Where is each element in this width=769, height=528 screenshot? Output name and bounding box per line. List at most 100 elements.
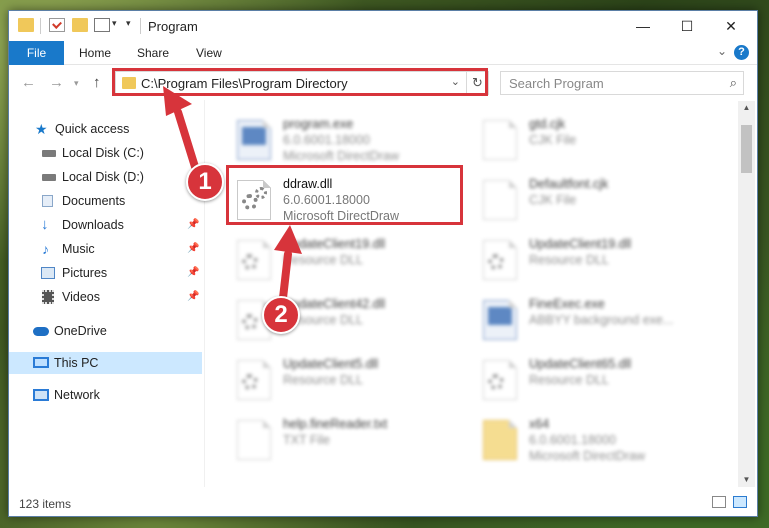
exe-icon <box>483 300 517 340</box>
scrollbar-thumb[interactable] <box>741 125 752 173</box>
close-button[interactable]: ✕ <box>709 11 753 41</box>
file-name: program.exe <box>283 117 354 131</box>
sidebar-item-pictures[interactable]: Pictures 📌 <box>9 262 202 284</box>
file-icon <box>237 420 271 460</box>
file-tile[interactable]: help.fineReader.txt TXT File <box>225 412 465 468</box>
pin-icon[interactable]: 📌 <box>187 238 199 260</box>
sidebar-item-network[interactable]: Network <box>9 384 202 406</box>
file-name: FineExec.exe <box>529 297 605 311</box>
vertical-scrollbar[interactable]: ▲ ▼ <box>738 101 755 487</box>
exe-icon <box>237 120 271 160</box>
file-tile[interactable]: Defaultfont.cjk CJK File <box>471 172 711 228</box>
file-detail: CJK File <box>529 133 577 147</box>
separator <box>40 18 41 34</box>
window-title: Program <box>148 19 198 34</box>
quick-access-dropdown-icon[interactable]: ▾ <box>126 18 131 29</box>
file-detail: ABBYY background exe... <box>529 313 674 327</box>
drive-icon <box>42 174 56 181</box>
sidebar-item-label: Documents <box>62 194 126 208</box>
sidebar-item-music[interactable]: ♪ Music 📌 <box>9 238 202 260</box>
expand-ribbon-icon[interactable]: ⌄ <box>717 44 727 58</box>
folder-icon[interactable] <box>18 18 34 32</box>
scroll-up-icon[interactable]: ▲ <box>738 101 755 115</box>
sidebar-item-label: Network <box>54 388 100 402</box>
sidebar-item-label: Downloads <box>62 218 124 232</box>
videos-icon <box>42 290 54 304</box>
maximize-button[interactable]: ☐ <box>665 11 709 41</box>
item-count: 123 items <box>19 497 72 511</box>
file-name: help.fineReader.txt <box>283 417 388 431</box>
file-name: UpdateClient19.dll <box>283 237 386 251</box>
pin-icon[interactable]: 📌 <box>187 214 199 236</box>
back-arrow-icon[interactable]: ← <box>21 72 36 94</box>
sidebar-item-label: Pictures <box>62 266 108 280</box>
file-detail: Resource DLL <box>529 253 609 267</box>
address-bar-highlight <box>112 68 488 96</box>
dll-gear-icon <box>483 240 517 280</box>
sidebar-item-downloads[interactable]: ↓ Downloads 📌 <box>9 214 202 236</box>
separator <box>140 18 141 34</box>
file-name: gtd.cjk <box>529 117 566 131</box>
file-detail: CJK File <box>529 193 577 207</box>
network-icon <box>33 389 49 401</box>
folder-icon <box>483 420 517 460</box>
search-input[interactable]: Search Program <box>509 76 604 91</box>
pin-icon[interactable]: 📌 <box>187 262 199 284</box>
sidebar-item-local-disk-d[interactable]: Local Disk (D:) <box>9 166 202 188</box>
file-tile[interactable]: UpdateClient19.dll Resource DLL <box>225 232 465 288</box>
file-tile[interactable]: gtd.cjk CJK File <box>471 112 711 168</box>
file-detail: Microsoft DirectDraw <box>529 449 645 463</box>
file-tile[interactable]: x64 6.0.6001.18000 Microsoft DirectDraw <box>471 412 711 468</box>
minimize-button[interactable]: — <box>621 11 665 41</box>
file-tile[interactable]: program.exe 6.0.6001.18000 Microsoft Dir… <box>225 112 465 168</box>
help-icon[interactable]: ? <box>734 45 749 60</box>
file-name: UpdateClient5.dll <box>283 357 379 371</box>
sidebar-item-label: Music <box>62 242 95 256</box>
pane-divider[interactable] <box>204 100 205 487</box>
navigation-pane: ★ Quick access Local Disk (C:) Local Dis… <box>9 100 202 487</box>
chevron-down-icon[interactable]: ▾ <box>112 18 117 29</box>
pin-icon[interactable]: 📌 <box>187 286 199 308</box>
file-name: UpdateClient19.dll <box>529 237 632 251</box>
file-tile[interactable]: UpdateClient19.dll Resource DLL <box>471 232 711 288</box>
file-name: x64 <box>529 417 550 431</box>
sidebar-item-local-disk-c[interactable]: Local Disk (C:) <box>9 142 202 164</box>
ribbon-tabs: File Home Share View ⌄ ? <box>9 41 757 65</box>
file-detail: Resource DLL <box>283 253 363 267</box>
download-icon: ↓ <box>41 216 49 233</box>
pictures-icon <box>41 267 55 279</box>
scroll-down-icon[interactable]: ▼ <box>738 473 755 487</box>
sidebar-item-this-pc[interactable]: This PC <box>9 352 202 374</box>
file-tile[interactable]: UpdateClient65.dll Resource DLL <box>471 352 711 408</box>
tab-share[interactable]: Share <box>137 41 169 65</box>
sidebar-item-videos[interactable]: Videos 📌 <box>9 286 202 308</box>
forward-arrow-icon[interactable]: → <box>49 72 64 94</box>
up-arrow-icon[interactable]: ↑ <box>93 72 101 94</box>
recent-locations-icon[interactable]: ▾ <box>74 72 79 94</box>
customize-quick-access-icon[interactable] <box>94 18 110 32</box>
file-tile[interactable]: UpdateClient42.dll Resource DLL <box>225 292 465 348</box>
tiles-view-icon[interactable] <box>733 496 747 508</box>
file-detail: 6.0.6001.18000 <box>529 433 616 447</box>
sidebar-item-label: Quick access <box>55 122 130 136</box>
title-bar: ▾ ▾ Program — ☐ ✕ <box>9 11 757 41</box>
step-2-badge: 2 <box>262 296 300 334</box>
tab-file[interactable]: File <box>9 41 64 65</box>
music-icon: ♪ <box>42 241 49 257</box>
drive-icon <box>42 150 56 157</box>
sidebar-item-onedrive[interactable]: OneDrive <box>9 320 202 342</box>
details-view-icon[interactable] <box>712 496 726 508</box>
file-tile[interactable]: FineExec.exe ABBYY background exe... <box>471 292 711 348</box>
file-icon <box>483 120 517 160</box>
new-folder-icon[interactable] <box>72 18 88 32</box>
tab-view[interactable]: View <box>196 41 222 65</box>
file-name: UpdateClient65.dll <box>529 357 632 371</box>
search-box[interactable]: Search Program ⌕ <box>500 71 744 95</box>
file-tile[interactable]: UpdateClient5.dll Resource DLL <box>225 352 465 408</box>
sidebar-item-documents[interactable]: Documents <box>9 190 202 212</box>
sidebar-item-quick-access[interactable]: ★ Quick access <box>9 118 202 140</box>
sidebar-item-label: Local Disk (D:) <box>62 170 144 184</box>
tab-home[interactable]: Home <box>79 41 111 65</box>
properties-icon[interactable] <box>49 18 65 32</box>
dll-gear-icon <box>237 240 271 280</box>
